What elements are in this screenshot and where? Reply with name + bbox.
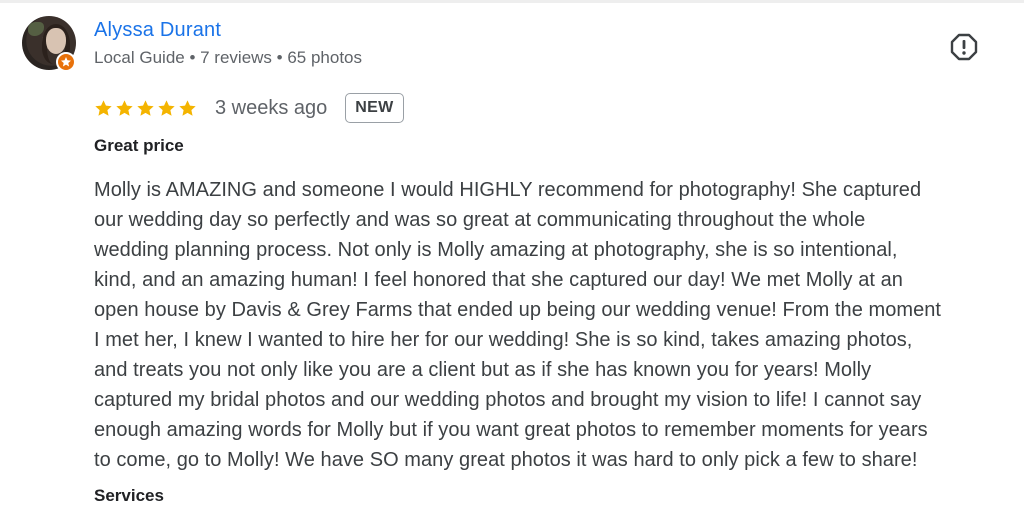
review-text-line: open house by Davis & Grey Farms that en… <box>94 299 942 321</box>
star-rating <box>94 99 197 118</box>
rating-row: 3 weeks ago NEW <box>94 92 404 124</box>
local-guide-star-icon <box>56 52 76 72</box>
report-icon <box>950 33 978 61</box>
report-button[interactable] <box>949 32 979 62</box>
review-text: Molly is AMAZING and someone I would HIG… <box>94 175 1009 475</box>
review-title: Great price <box>94 136 184 155</box>
review-date: 3 weeks ago <box>215 96 328 119</box>
reviewer-name-link[interactable]: Alyssa Durant <box>94 19 221 42</box>
star-icon <box>95 99 112 116</box>
star-icon <box>179 99 196 116</box>
star-icon <box>116 99 133 116</box>
star-icon <box>137 99 154 116</box>
services-label: Services <box>94 486 164 505</box>
review-text-line: Molly is AMAZING and someone I would HIG… <box>94 179 922 201</box>
review-text-line: our wedding day so perfectly and was so … <box>94 209 866 231</box>
review-text-line: kind, and an amazing human! I feel honor… <box>94 269 903 291</box>
reviewer-meta: Local Guide • 7 reviews • 65 photos <box>94 48 362 67</box>
review-text-line: wedding planning process. Not only is Mo… <box>94 239 898 261</box>
avatar-face <box>46 28 66 54</box>
review-text-line: enough amazing words for Molly but if yo… <box>94 419 928 441</box>
avatar-background-detail <box>28 22 44 36</box>
review-text-line: captured my bridal photos and our weddin… <box>94 389 922 411</box>
top-divider <box>0 0 1024 3</box>
reviewer-avatar[interactable] <box>22 16 76 72</box>
review-text-line: and treats you not only like you are a c… <box>94 359 872 381</box>
new-badge: NEW <box>345 93 404 123</box>
star-icon <box>158 99 175 116</box>
review-text-line: I met her, I knew I wanted to hire her f… <box>94 329 913 351</box>
review-text-line: to come, go to Molly! We have SO many gr… <box>94 449 918 471</box>
